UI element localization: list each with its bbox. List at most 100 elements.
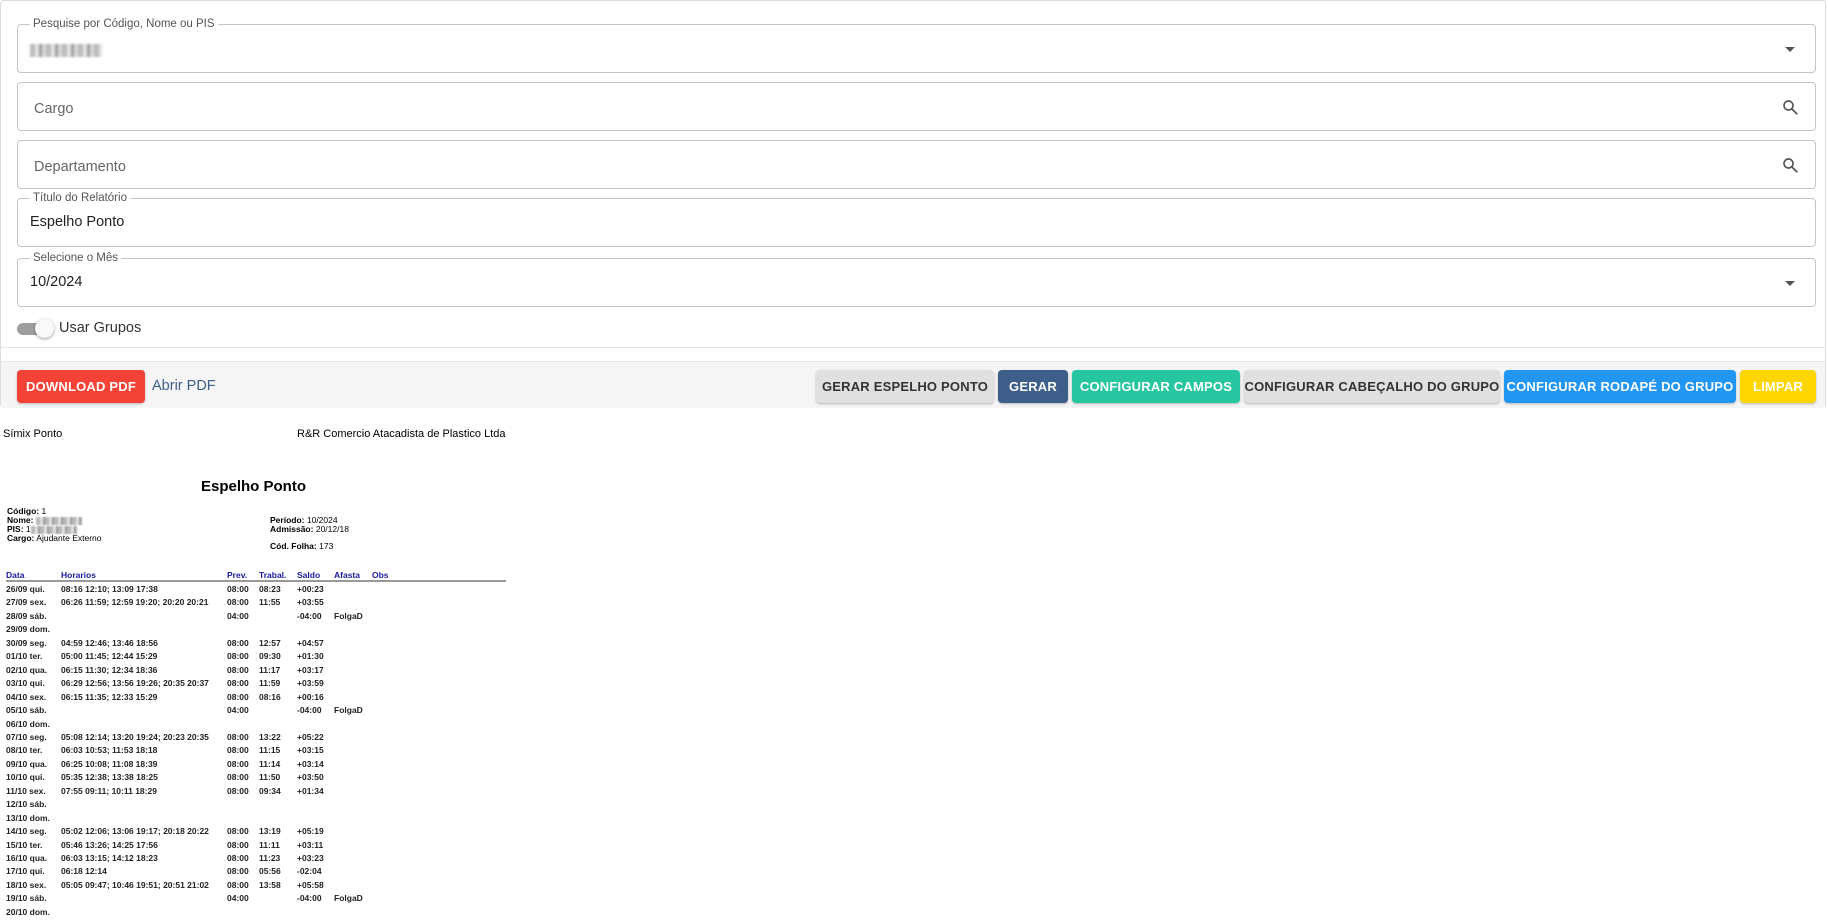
cell-prev: 08:00 [227, 651, 249, 662]
employee-search-label: Pesquise por Código, Nome ou PIS [30, 17, 218, 31]
cell-prev: 08:00 [227, 731, 249, 742]
cell-trabal: 09:30 [259, 651, 281, 662]
cell-trabal: 08:23 [259, 584, 281, 594]
cell-data: 01/10 ter. [6, 651, 43, 662]
admissao-value: 20/12/18 [315, 524, 349, 534]
blurred-employee-name [30, 43, 102, 57]
cell-prev: 04:00 [227, 610, 249, 621]
cod-folha-value: 173 [319, 541, 334, 551]
download-pdf-button[interactable]: DOWNLOAD PDF [17, 370, 145, 403]
report-employee-info: Código: 1 Nome: PIS: 1 Cargo: Ajudante E… [7, 507, 102, 543]
col-header-trabal: Trabal. [259, 570, 287, 580]
cell-prev: 08:00 [227, 839, 249, 850]
cell-prev: 08:00 [227, 758, 249, 769]
search-icon[interactable] [1781, 156, 1799, 174]
cell-prev: 08:00 [227, 637, 249, 648]
cell-horarios: 06:29 12:56; 13:56 19:26; 20:35 20:37 [61, 678, 209, 689]
configurar-campos-button[interactable]: CONFIGURAR CAMPOS [1072, 370, 1240, 403]
cell-horarios: 06:26 11:59; 12:59 19:20; 20:20 20:21 [61, 597, 209, 608]
departamento-search-field[interactable]: Departamento [17, 140, 1816, 189]
cell-prev: 08:00 [227, 691, 249, 702]
abrir-pdf-link[interactable]: Abrir PDF [152, 378, 216, 394]
configurar-cabecalho-button[interactable]: CONFIGURAR CABEÇALHO DO GRUPO [1244, 370, 1500, 403]
toggle-thumb[interactable] [35, 319, 54, 338]
cell-prev: 08:00 [227, 597, 249, 608]
table-row: 11/10 sex. 07:55 09:11; 10:11 18:29 08:00 0… [6, 786, 506, 799]
cell-prev: 08:00 [227, 866, 249, 877]
cell-saldo: -04:00 [297, 893, 322, 904]
cell-data: 11/10 sex. [6, 785, 46, 796]
cell-horarios: 06:03 10:53; 11:53 18:18 [61, 745, 158, 756]
table-row: 27/09 sex. 06:26 11:59; 12:59 19:20; 20:2… [6, 597, 506, 610]
table-row: 06/10 dom. [6, 719, 506, 732]
employee-search-select[interactable]: Pesquise por Código, Nome ou PIS [17, 17, 1816, 73]
cell-saldo: -02:04 [297, 866, 322, 877]
search-icon[interactable] [1781, 98, 1799, 116]
cell-horarios: 07:55 09:11; 10:11 18:29 [61, 785, 157, 796]
cell-data: 15/10 ter. [6, 839, 43, 850]
report-title-field[interactable]: Título do Relatório Espelho Ponto [17, 191, 1816, 247]
cell-saldo: +03:17 [297, 664, 324, 675]
cell-afasta: FolgaD [334, 893, 363, 904]
cell-saldo: +00:23 [297, 584, 324, 594]
cell-data: 05/10 sáb. [6, 705, 47, 716]
cell-trabal: 11:15 [259, 745, 281, 756]
cell-data: 28/09 sáb. [6, 610, 47, 621]
cell-data: 04/10 sex. [6, 691, 47, 702]
cell-horarios: 05:08 12:14; 13:20 19:24; 20:23 20:35 [61, 731, 209, 742]
cell-saldo: +00:16 [297, 691, 324, 702]
report-system-name: Símix Ponto [3, 428, 63, 440]
col-header-prev: Prev. [227, 570, 248, 580]
cell-saldo: -04:00 [297, 610, 322, 621]
cell-horarios: 06:18 12:14 [61, 866, 107, 877]
month-select-value: 10/2024 [30, 274, 83, 290]
cell-data: 29/09 dom. [6, 624, 50, 635]
cell-data: 18/10 sex. [6, 879, 47, 890]
table-row: 20/10 dom. [6, 907, 506, 920]
cell-data: 02/10 qua. [6, 664, 48, 675]
table-row: 15/10 ter. 05:46 13:26; 14:25 17:56 08:00 1… [6, 840, 506, 853]
cell-afasta: FolgaD [334, 705, 363, 716]
cargo-label: Cargo: [7, 533, 35, 543]
limpar-button[interactable]: LIMPAR [1740, 370, 1816, 403]
cell-data: 30/09 seg. [6, 637, 47, 648]
cell-prev: 08:00 [227, 584, 249, 594]
cell-saldo: +01:34 [297, 785, 324, 796]
cell-prev: 08:00 [227, 664, 249, 675]
cell-data: 17/10 qui. [6, 866, 45, 877]
table-row: 10/10 qui. 05:35 12:38; 13:38 18:25 08:00 1… [6, 772, 506, 785]
report-filter-form: Pesquise por Código, Nome ou PIS Cargo D… [0, 0, 1826, 408]
month-select[interactable]: Selecione o Mês 10/2024 [17, 251, 1816, 307]
cargo-search-field[interactable]: Cargo [17, 82, 1816, 131]
cell-trabal: 11:55 [259, 597, 281, 608]
table-row: 04/10 sex. 06:15 11:35; 12:33 15:29 08:00 0… [6, 692, 506, 705]
cell-saldo: +04:57 [297, 637, 324, 648]
gerar-button[interactable]: GERAR [998, 370, 1068, 403]
cell-trabal: 11:17 [259, 664, 281, 675]
cell-trabal: 12:57 [259, 637, 281, 648]
report-table-header: Data Horarios Prev. Trabal. Saldo Afasta… [6, 570, 506, 582]
gerar-espelho-ponto-button[interactable]: GERAR ESPELHO PONTO [816, 370, 994, 403]
table-row: 12/10 sáb. [6, 799, 506, 812]
cell-data: 26/09 qui. [6, 584, 45, 594]
cell-prev: 08:00 [227, 678, 249, 689]
cell-saldo: +03:14 [297, 758, 324, 769]
chevron-down-icon[interactable] [1785, 281, 1795, 286]
month-select-label: Selecione o Mês [30, 251, 122, 265]
divider [1, 347, 1825, 348]
codigo-value: 1 [41, 506, 47, 516]
cell-data: 12/10 sáb. [6, 799, 47, 810]
cell-horarios: 06:15 11:30; 12:34 18:36 [61, 664, 158, 675]
report-company-name: R&R Comercio Atacadista de Plastico Ltda [297, 428, 506, 440]
report-title-label: Título do Relatório [30, 191, 130, 205]
configurar-rodape-button[interactable]: CONFIGURAR RODAPÉ DO GRUPO [1504, 370, 1736, 403]
table-row: 14/10 seg. 05:02 12:06; 13:06 19:17; 20:1… [6, 826, 506, 839]
chevron-down-icon[interactable] [1785, 47, 1795, 52]
report-title-value: Espelho Ponto [30, 214, 125, 230]
cell-data: 13/10 dom. [6, 812, 50, 823]
blurred-name [35, 516, 82, 525]
col-header-afasta: Afasta [334, 570, 360, 580]
table-row: 28/09 sáb. 04:00 -04:00 FolgaD [6, 611, 506, 624]
table-row: 17/10 qui. 06:18 12:14 08:00 05:56 -02:04 [6, 866, 506, 879]
cell-saldo: +05:58 [297, 879, 324, 890]
